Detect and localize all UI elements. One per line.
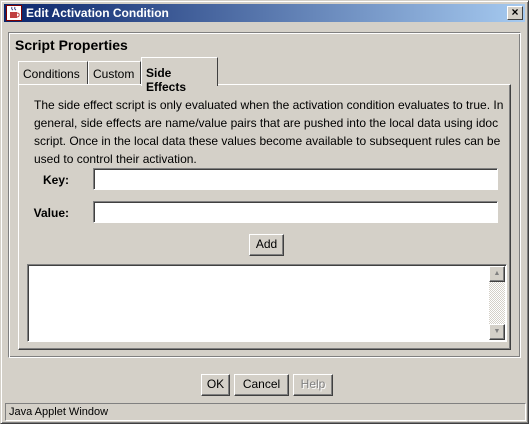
tab-custom[interactable]: Custom (88, 61, 141, 85)
tab-label: Conditions (23, 67, 80, 81)
help-button: Help (293, 374, 333, 396)
dialog-window: Edit Activation Condition × Script Prope… (0, 0, 529, 424)
tab-label: Custom (93, 67, 135, 81)
window-title: Edit Activation Condition (26, 6, 169, 20)
tab-side-effects[interactable]: Side Effects (141, 57, 218, 94)
status-bar: Java Applet Window (5, 403, 526, 421)
ok-button[interactable]: OK (201, 374, 230, 396)
tab-conditions[interactable]: Conditions (18, 61, 88, 85)
tab-label: Side Effects (146, 66, 187, 94)
status-text: Java Applet Window (9, 406, 109, 418)
close-button[interactable]: × (507, 6, 523, 20)
title-bar[interactable]: Edit Activation Condition × (4, 4, 525, 22)
java-cup-icon (6, 5, 22, 21)
side-effects-panel (18, 84, 511, 350)
cancel-button[interactable]: Cancel (234, 374, 289, 396)
group-title: Script Properties (15, 37, 128, 53)
